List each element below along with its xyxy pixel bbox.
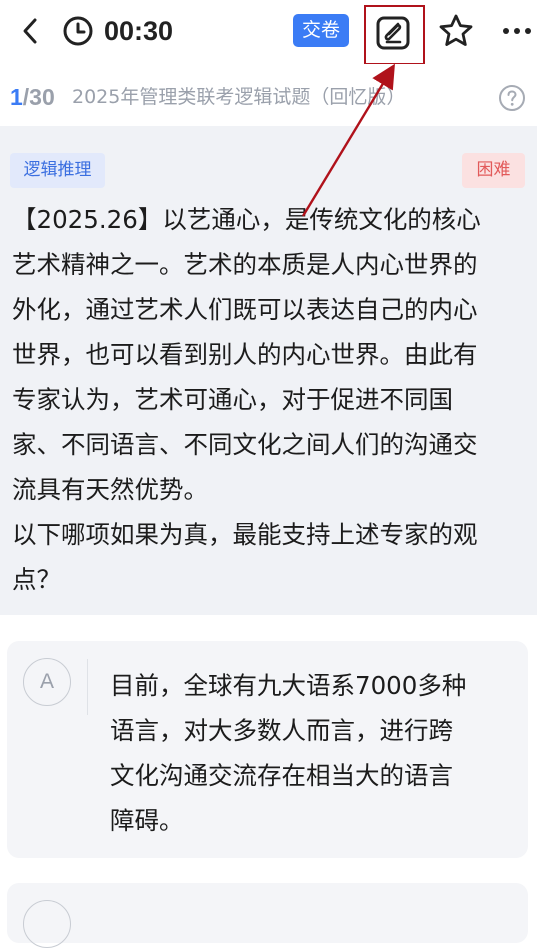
star-icon[interactable] bbox=[438, 13, 474, 49]
stem-line: 外化，通过艺术人们既可以表达自己的内心 bbox=[12, 295, 478, 324]
back-button[interactable] bbox=[14, 14, 46, 48]
option-line: 目前，全球有九大语系7000多种 bbox=[110, 671, 467, 700]
chevron-left-icon bbox=[23, 18, 37, 44]
submit-exam-button[interactable]: 交卷 bbox=[293, 14, 349, 47]
stem-line: 艺术精神之一。艺术的本质是人内心世界的 bbox=[12, 250, 478, 279]
stem-line: 点？ bbox=[12, 565, 61, 594]
question-type-tag: 逻辑推理 bbox=[10, 153, 105, 188]
stem-line: 流具有天然优势。 bbox=[12, 475, 208, 504]
option-divider bbox=[87, 659, 88, 715]
question-stem: 【2025.26】以艺通心，是传统文化的核心 艺术精神之一。艺术的本质是人内心世… bbox=[12, 197, 527, 602]
option-letter-badge bbox=[23, 900, 71, 948]
option-text: 目前，全球有九大语系7000多种 语言，对大多数人而言，进行跨 文化沟通交流存在… bbox=[110, 663, 510, 843]
question-counter[interactable]: 1/30 bbox=[10, 82, 55, 112]
top-bar: 00:30 交卷 bbox=[0, 0, 537, 65]
stem-line: 【2025.26】以艺通心，是传统文化的核心 bbox=[12, 205, 481, 234]
option-b-card[interactable] bbox=[7, 883, 528, 948]
stem-line: 世界，也可以看到别人的内心世界。由此有 bbox=[12, 340, 478, 369]
option-line: 障碍。 bbox=[110, 806, 184, 835]
option-a-card[interactable]: A 目前，全球有九大语系7000多种 语言，对大多数人而言，进行跨 文化沟通交流… bbox=[7, 641, 528, 858]
paper-title: 2025年管理类联考逻辑试题（回忆版） bbox=[72, 86, 406, 108]
stem-line: 家、不同语言、不同文化之间人们的沟通交 bbox=[12, 430, 478, 459]
option-letter-badge: A bbox=[23, 658, 71, 706]
current-question-number: 1 bbox=[10, 84, 23, 110]
total-question-count: /30 bbox=[22, 84, 55, 110]
clock-icon bbox=[63, 16, 93, 46]
option-line: 语言，对大多数人而言，进行跨 bbox=[110, 716, 453, 745]
stem-line: 专家认为，艺术可通心，对于促进不同国 bbox=[12, 385, 453, 414]
timer-display: 00:30 bbox=[104, 16, 174, 46]
difficulty-tag: 困难 bbox=[462, 153, 525, 188]
option-line: 文化沟通交流存在相当大的语言 bbox=[110, 761, 453, 790]
more-dots-icon[interactable] bbox=[500, 20, 534, 42]
question-circle-icon[interactable] bbox=[498, 84, 526, 112]
draft-pen-icon[interactable] bbox=[376, 16, 410, 50]
stem-line: 以下哪项如果为真，最能支持上述专家的观 bbox=[12, 520, 478, 549]
